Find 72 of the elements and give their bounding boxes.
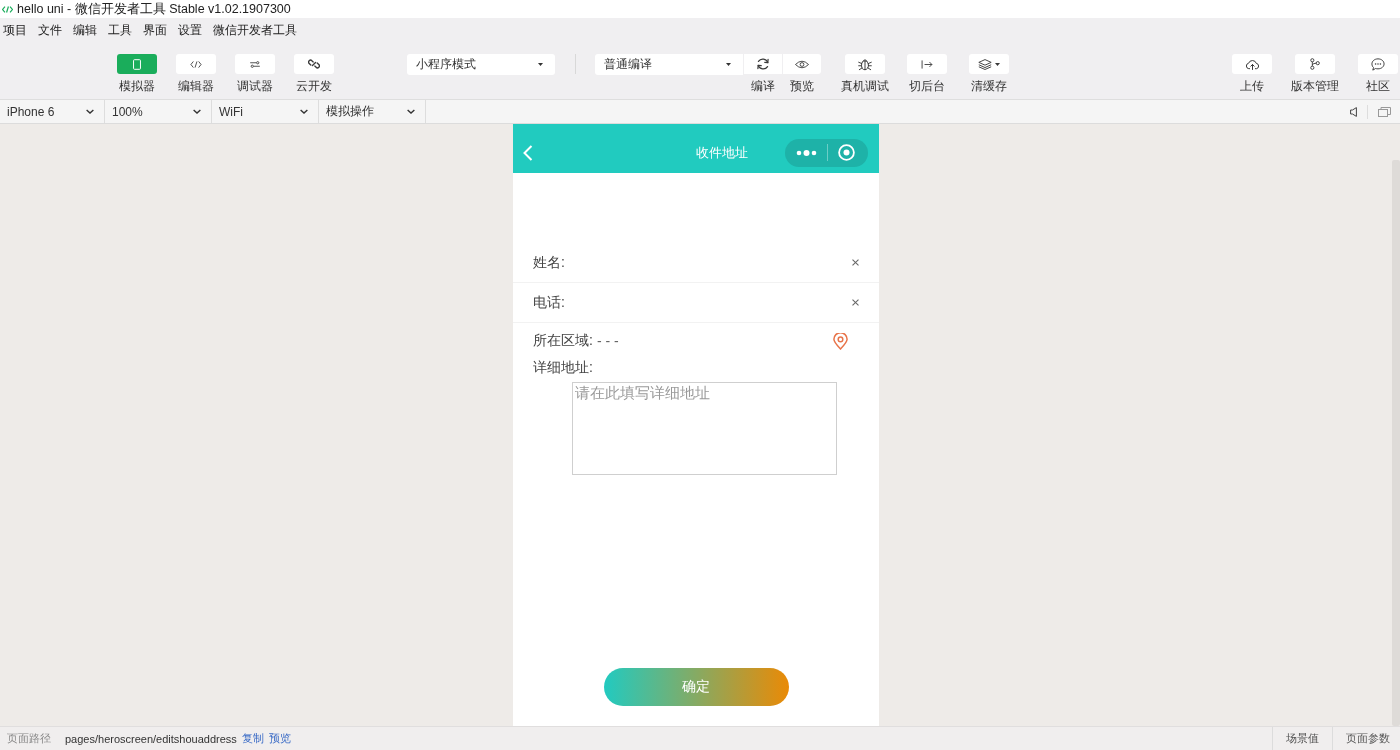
chevron-down-icon	[407, 109, 415, 114]
toolbar-button[interactable]	[969, 54, 1009, 74]
field-label: 姓名:	[533, 253, 565, 272]
path-link[interactable]: 复制	[241, 731, 264, 746]
caret-icon	[726, 63, 731, 66]
bug-icon	[858, 57, 872, 71]
toolbar-label: 切后台	[909, 79, 945, 93]
refresh-icon	[756, 57, 770, 71]
menu-item[interactable]: 编辑	[73, 21, 97, 39]
clear-icon[interactable]	[852, 299, 859, 306]
toolbar-label: 上传	[1240, 79, 1264, 93]
toolbar-label: 云开发	[296, 79, 332, 93]
ring-icon[interactable]	[838, 144, 855, 161]
link-icon	[308, 59, 320, 69]
region-picker[interactable]: - - -	[596, 333, 619, 349]
window-title: hello uni - 微信开发者工具 Stable v1.02.1907300	[17, 0, 291, 18]
status-tab[interactable]: 页面参数	[1332, 727, 1400, 750]
toolbar-button[interactable]	[1232, 54, 1272, 74]
toolbar-label: 调试器	[237, 79, 273, 93]
toolbar-button[interactable]	[845, 54, 885, 74]
menu-item[interactable]: 项目	[3, 21, 27, 39]
caret-icon	[538, 63, 543, 66]
menu-item[interactable]: 工具	[108, 21, 132, 39]
window-icon[interactable]	[1378, 106, 1391, 117]
toolbar-label: 社区	[1366, 79, 1390, 93]
location-pin-icon[interactable]	[833, 332, 848, 350]
toolbar-label: 模拟器	[119, 79, 155, 93]
cloud-upload-icon	[1244, 58, 1260, 70]
device-select[interactable]: 模拟操作	[319, 100, 426, 123]
region-label: 所在区域:	[533, 332, 593, 350]
menu-item[interactable]: 微信开发者工具	[213, 21, 297, 39]
menu-item[interactable]: 设置	[178, 21, 202, 39]
sliders-icon	[250, 60, 260, 68]
address-textarea[interactable]: 请在此填写详细地址	[572, 382, 837, 475]
chevron-down-icon	[300, 109, 308, 114]
code-icon	[190, 60, 202, 68]
layers-icon	[978, 58, 992, 70]
more-icon[interactable]	[796, 149, 817, 156]
chevron-down-icon	[193, 109, 201, 114]
toolbar-label: 真机调试	[841, 79, 889, 93]
toolbar-label: 清缓存	[971, 79, 1007, 93]
nav-title: 收件地址	[696, 143, 748, 162]
field-label: 电话:	[533, 293, 565, 312]
toolbar-label: 编译	[751, 79, 775, 93]
path-link[interactable]: 预览	[268, 731, 291, 746]
toolbar-label: 预览	[790, 79, 814, 93]
path-label: 页面路径	[7, 731, 51, 746]
toolbar-button[interactable]	[783, 54, 821, 74]
device-select[interactable]: 100%	[105, 100, 212, 123]
caret-icon	[995, 62, 1000, 66]
toolbar-button[interactable]	[744, 54, 782, 74]
toolbar-label: 版本管理	[1291, 79, 1339, 93]
chat-icon	[1371, 57, 1385, 71]
branch-icon	[1310, 58, 1320, 70]
clear-icon[interactable]	[852, 259, 859, 266]
toolbar-button[interactable]	[294, 54, 334, 74]
chevron-down-icon	[86, 109, 94, 114]
speaker-icon[interactable]	[1350, 106, 1357, 117]
menu-item[interactable]: 界面	[143, 21, 167, 39]
eye-icon	[794, 59, 810, 69]
menu-item[interactable]: 文件	[38, 21, 62, 39]
status-tab[interactable]: 场景值	[1272, 727, 1332, 750]
compile-select[interactable]: 普通编译	[595, 54, 743, 75]
back-icon[interactable]	[523, 144, 533, 161]
toolbar-label: 编辑器	[178, 79, 214, 93]
mode-select[interactable]: 小程序模式	[407, 54, 555, 75]
code-icon	[2, 5, 13, 13]
address-label: 详细地址:	[533, 359, 593, 377]
device-select[interactable]: iPhone 6	[0, 100, 105, 123]
phone-icon	[133, 58, 141, 70]
page-path: pages/heroscreen/editshouaddress	[65, 732, 237, 745]
device-select[interactable]: WiFi	[212, 100, 319, 123]
